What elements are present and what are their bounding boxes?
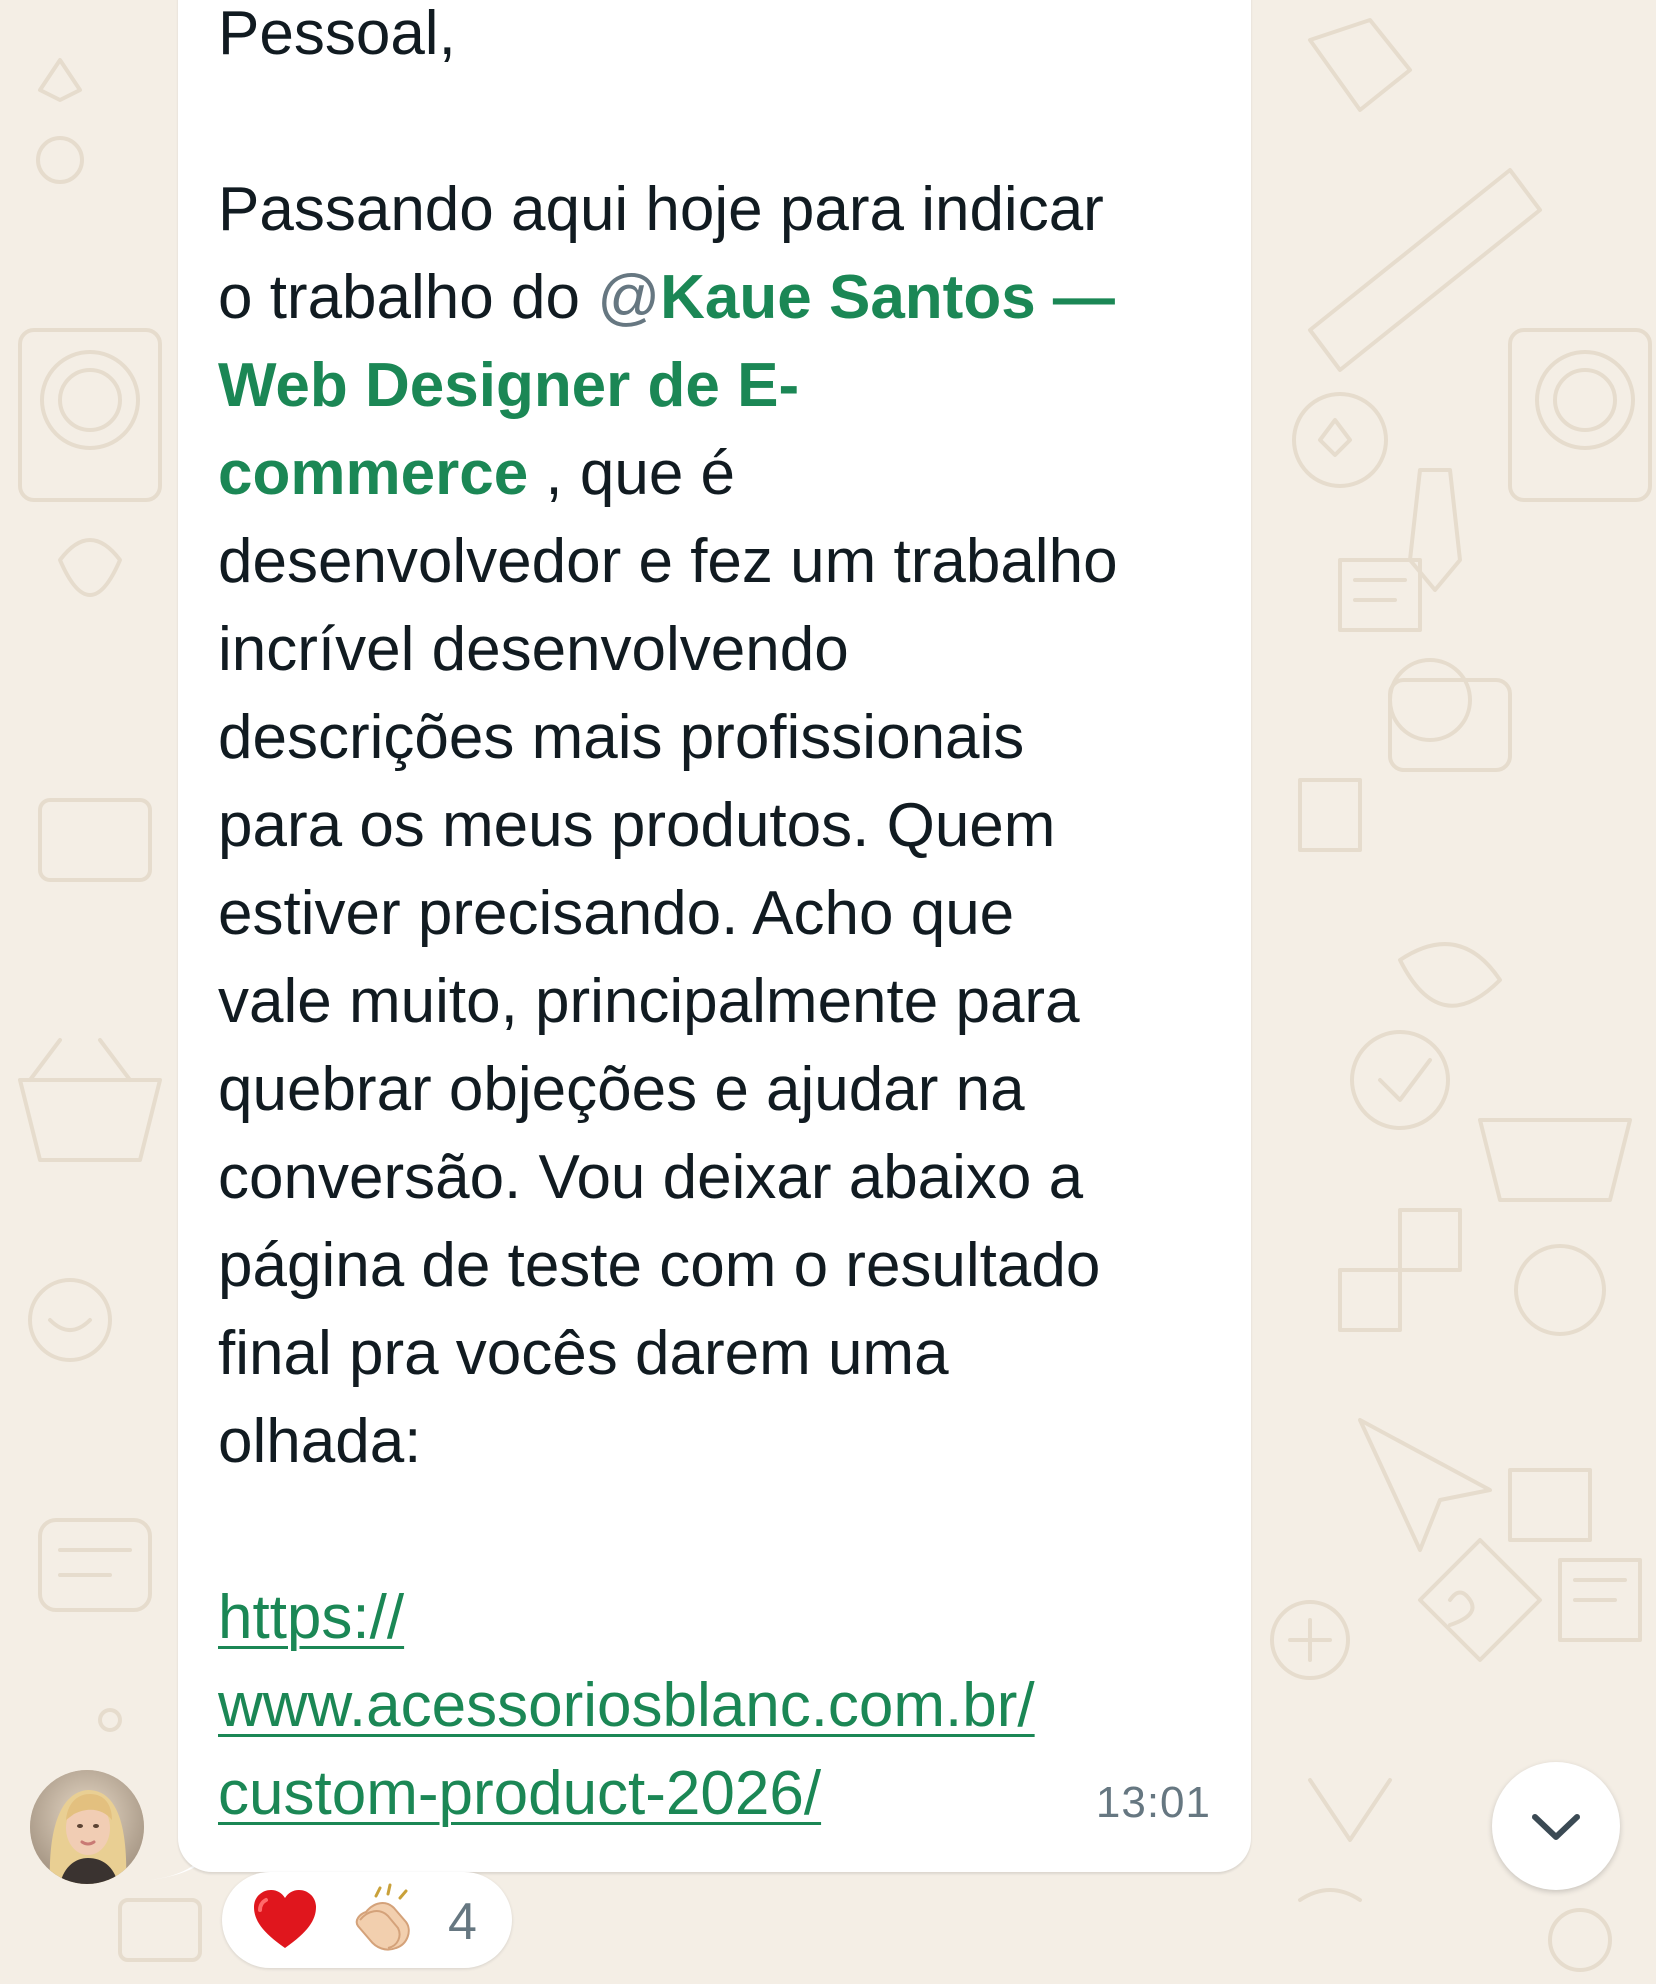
message-link[interactable]: www.acessoriosblanc.com.br/ [218,1671,1035,1740]
reactions-pill[interactable]: 4 [222,1872,512,1968]
message-link-line[interactable]: www.acessoriosblanc.com.br/ [218,1662,1218,1750]
message-line: página de teste com o resultado [218,1231,1101,1300]
message-line-fragment: o trabalho do [218,263,598,332]
avatar-photo [30,1770,144,1884]
mention-name-continued[interactable]: Web Designer de E- [218,351,799,420]
message-line: o trabalho do @Kaue Santos — [218,254,1218,342]
heart-icon [254,1890,316,1948]
message-line: quebrar objeções e ajudar na [218,1055,1025,1124]
reaction-count: 4 [448,1893,477,1951]
mention-at-symbol[interactable]: @ [597,263,660,332]
message-line: final pra vocês darem uma [218,1319,949,1388]
scroll-to-bottom-button[interactable] [1492,1762,1620,1890]
message-greeting: Pessoal, [218,0,456,68]
message-line: conversão. Vou deixar abaixo a [218,1143,1084,1212]
message-bubble[interactable]: Pessoal, Passando aqui hoje para indicar… [178,0,1251,1872]
message-link[interactable]: custom-product-2026/ [218,1759,821,1828]
message-line: olhada: [218,1407,422,1476]
message-line: desenvolvedor e fez um trabalho [218,527,1118,596]
message-link[interactable]: https:// [218,1583,404,1652]
message-line: para os meus produtos. Quem [218,791,1056,860]
message-link-line[interactable]: custom-product-2026/ [218,1750,1218,1838]
message-timestamp: 13:01 [1095,1778,1211,1827]
message-line-fragment: , que é [528,439,736,508]
message-text: Pessoal, Passando aqui hoje para indicar… [218,0,1218,1838]
chevron-down-icon [1532,1814,1580,1840]
message-line: estiver precisando. Acho que [218,879,1015,948]
message-line: descrições mais profissionais [218,703,1025,772]
message-line: commerce , que é [218,430,1218,518]
mention-name-continued[interactable]: commerce [218,439,528,508]
message-line: vale muito, principalmente para [218,967,1080,1036]
message-link-line[interactable]: https:// [218,1574,1218,1662]
mention-name[interactable]: Kaue Santos — [660,263,1115,332]
message-line: Web Designer de E- [218,342,1218,430]
clapping-hands-icon [355,1883,410,1951]
sender-avatar[interactable] [30,1770,144,1884]
message-line: incrível desenvolvendo [218,615,849,684]
message-line: Passando aqui hoje para indicar [218,175,1104,244]
